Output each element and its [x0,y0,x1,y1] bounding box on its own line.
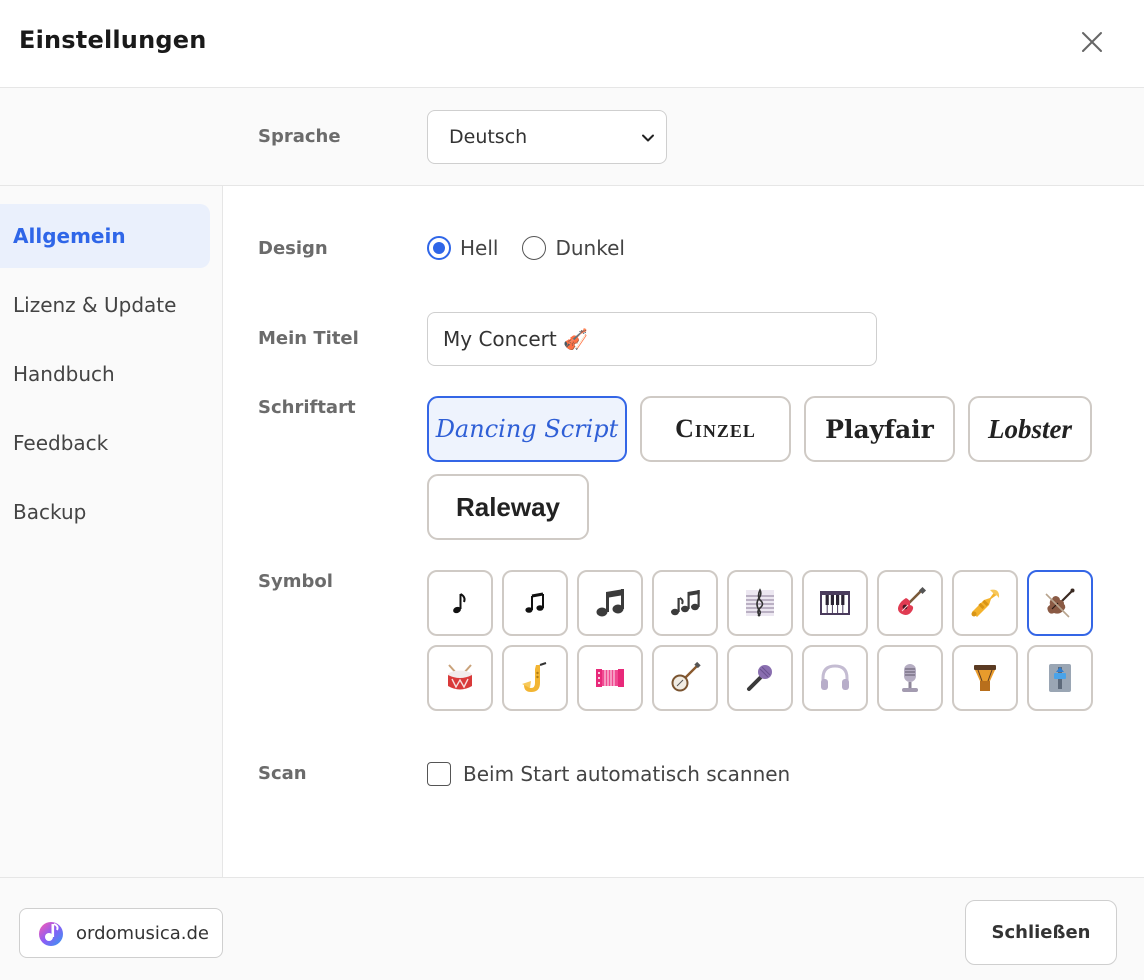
studio-microphone-icon [902,664,918,692]
scan-checkbox[interactable] [427,762,451,786]
sidebar-item-backup[interactable]: Backup [0,480,210,544]
symbol-studio-microphone[interactable] [877,645,943,711]
sidebar-item-handbuch[interactable]: Handbuch [0,342,210,406]
level-slider-icon [1049,664,1071,692]
close-icon [1082,32,1102,52]
headphones-icon [821,664,849,690]
multiple-notes-icon [671,590,700,616]
dialog-title: Einstellungen [19,26,207,54]
sidebar-item-allgemein[interactable]: Allgemein [0,204,210,268]
long-drum-icon [974,665,996,691]
language-selected-value: Deutsch [449,126,528,148]
font-option-playfair[interactable]: Playfair [804,396,955,462]
sidebar-item-lizenz-update[interactable]: Lizenz & Update [0,273,210,337]
symbol-banjo[interactable] [652,645,718,711]
font-option-label: Raleway [455,491,561,522]
saxophone-icon [522,662,547,692]
symbol-level-slider[interactable] [1027,645,1093,711]
font-option-label: Dancing Script [435,415,619,443]
chevron-down-icon [642,134,654,142]
symbol-label: Symbol [258,571,333,592]
scan-option: Beim Start automatisch scannen [427,762,790,786]
symbol-multiple-notes[interactable] [652,570,718,636]
font-label: Schriftart [258,397,356,418]
scan-checkbox-label[interactable]: Beim Start automatisch scannen [463,762,790,786]
musical-note-icon [596,589,624,617]
close-dialog-button[interactable]: Schließen [965,900,1117,965]
dialog-footer: ordomusica.de Schließen [0,877,1144,980]
font-option-label: Cinzel [675,414,756,443]
sidebar-item-feedback[interactable]: Feedback [0,411,210,475]
settings-content: Design Hell Dunkel Mein Titel My Concert… [223,186,1144,877]
symbol-beamed-notes[interactable] [502,570,568,636]
radio-dunkel[interactable] [522,236,547,260]
brand-link-button[interactable]: ordomusica.de [19,908,223,958]
font-option-label: Lobster [988,413,1072,444]
guitar-icon [898,586,927,615]
font-option-label: Playfair [825,414,934,444]
language-label: Sprache [258,126,341,147]
dialog-header: Einstellungen [0,0,1144,88]
trumpet-icon [971,589,1000,617]
ordomusica-logo-icon [36,918,66,948]
font-option-cinzel[interactable]: Cinzel [640,396,791,462]
language-select[interactable]: Deutsch [427,110,667,164]
violin-icon [1045,588,1075,618]
sidebar: Allgemein Lizenz & Update Handbuch Feedb… [0,186,223,877]
font-option-lobster[interactable]: Lobster [968,396,1092,462]
radio-hell[interactable] [427,236,451,260]
musical-score-icon [746,588,774,617]
drum-icon [448,664,472,690]
accordion-icon [596,669,624,687]
symbol-eighth-note[interactable] [427,570,493,636]
symbol-saxophone[interactable] [502,645,568,711]
my-title-label: Mein Titel [258,328,359,349]
radio-hell-label[interactable]: Hell [460,236,498,260]
brand-link-label: ordomusica.de [76,922,210,944]
my-title-input[interactable]: My Concert 🎻 [427,312,877,366]
banjo-icon [671,661,701,692]
radio-dunkel-label[interactable]: Dunkel [555,236,624,260]
design-radio-group: Hell Dunkel [427,236,625,260]
scan-label: Scan [258,763,307,784]
symbol-headphones[interactable] [802,645,868,711]
symbol-microphone[interactable] [727,645,793,711]
font-option-raleway[interactable]: Raleway [427,474,589,540]
symbol-musical-score[interactable] [727,570,793,636]
symbol-long-drum[interactable] [952,645,1018,711]
symbol-drum[interactable] [427,645,493,711]
symbol-accordion[interactable] [577,645,643,711]
symbol-violin[interactable] [1027,570,1093,636]
font-option-dancing-script[interactable]: Dancing Script [427,396,627,462]
close-button[interactable] [1074,24,1110,60]
eighth-note-icon [453,593,466,614]
design-label: Design [258,238,328,259]
symbol-guitar[interactable] [877,570,943,636]
piano-icon [820,591,850,615]
beamed-notes-icon [525,592,544,613]
symbol-musical-note[interactable] [577,570,643,636]
microphone-icon [747,665,772,691]
language-section: Sprache Deutsch [0,88,1144,186]
symbol-trumpet[interactable] [952,570,1018,636]
symbol-piano[interactable] [802,570,868,636]
